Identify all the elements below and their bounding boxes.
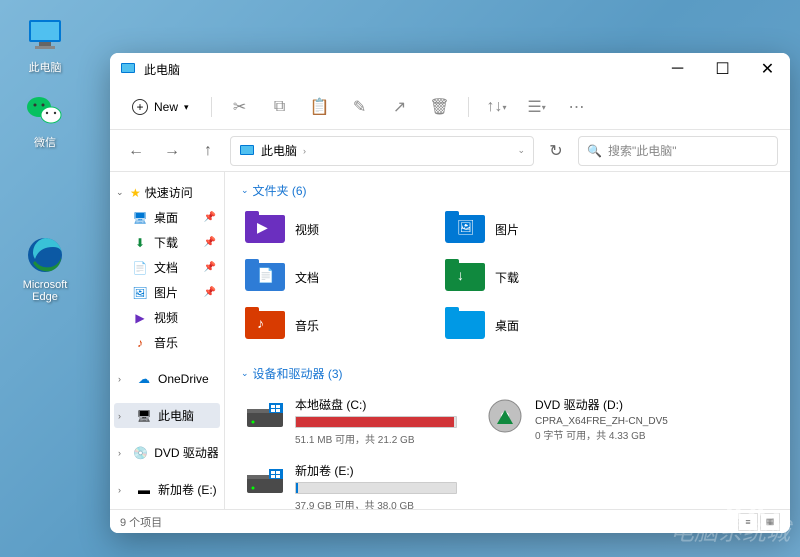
window-icon xyxy=(120,61,136,77)
pin-icon: 📌 xyxy=(204,212,216,223)
sort-icon[interactable]: ↑↓ ▾ xyxy=(481,91,513,123)
desktop-icon-label: 此电脑 xyxy=(15,59,75,75)
sidebar-item-downloads[interactable]: ⬇下载📌 xyxy=(114,230,220,255)
titlebar: 此电脑 ─ ☐ ✕ xyxy=(110,53,790,85)
forward-button[interactable]: → xyxy=(158,137,186,165)
statusbar: 9 个项目 ≡ ▦ xyxy=(110,509,790,533)
pc-icon xyxy=(239,143,255,159)
toolbar: + New ▾ ✂ ⧉ 📋 ✎ ↗ 🗑 ↑↓ ▾ ☰ ▾ ⋯ xyxy=(110,85,790,129)
desktop-icon-this-pc[interactable]: 此电脑 xyxy=(15,15,75,75)
navbar: ← → ↑ 此电脑 › ⌄ ↻ 🔍 搜索"此电脑" xyxy=(110,129,790,171)
sidebar: ⌄ ★ 快速访问 🖥桌面📌 ⬇下载📌 📄文档📌 🖼图片📌 ▶视频 ♪音乐 ›☁O… xyxy=(110,172,225,509)
folder-item[interactable]: 📄文档 xyxy=(241,257,421,297)
drive-item[interactable]: DVD 驱动器 (D:)CPRA_X64FRE_ZH-CN_DV50 字节 可用… xyxy=(481,392,701,450)
drive-icon xyxy=(245,396,285,436)
folder-label: 文档 xyxy=(295,269,319,286)
explorer-window: 此电脑 ─ ☐ ✕ + New ▾ ✂ ⧉ 📋 ✎ ↗ 🗑 ↑↓ ▾ ☰ ▾ ⋯… xyxy=(110,53,790,533)
sidebar-new-volume[interactable]: ›▬新加卷 (E:) xyxy=(114,477,220,502)
drives-section-header[interactable]: ⌄ 设备和驱动器 (3) xyxy=(241,365,774,382)
drive-stats: 37.9 GB 可用，共 38.0 GB xyxy=(295,497,457,509)
delete-icon[interactable]: 🗑 xyxy=(424,91,456,123)
drive-icon xyxy=(485,396,525,436)
breadcrumb[interactable]: 此电脑 › ⌄ xyxy=(230,136,534,166)
folder-label: 音乐 xyxy=(295,317,319,334)
new-button[interactable]: + New ▾ xyxy=(122,95,199,119)
folder-label: 图片 xyxy=(495,221,519,238)
maximize-button[interactable]: ☐ xyxy=(700,53,745,85)
drive-icon xyxy=(245,462,285,502)
folders-section-header[interactable]: ⌄ 文件夹 (6) xyxy=(241,182,774,199)
plus-icon: + xyxy=(132,99,148,115)
pin-icon: 📌 xyxy=(204,262,216,273)
more-icon[interactable]: ⋯ xyxy=(561,91,593,123)
drive-name: 本地磁盘 (C:) xyxy=(295,396,457,413)
desktop-icon-wechat[interactable]: 微信 xyxy=(15,90,75,150)
folder-item[interactable]: ♪音乐 xyxy=(241,305,421,345)
item-count: 9 个项目 xyxy=(120,514,162,530)
desktop-icon-label: Microsoft Edge xyxy=(15,279,75,303)
sidebar-onedrive[interactable]: ›☁OneDrive xyxy=(114,367,220,391)
drive-name: DVD 驱动器 (D:) xyxy=(535,396,697,413)
drive-item[interactable]: 新加卷 (E:) 37.9 GB 可用，共 38.0 GB xyxy=(241,458,461,509)
chevron-down-icon: ⌄ xyxy=(241,368,249,379)
folder-item[interactable]: 🖼图片 xyxy=(441,209,621,249)
back-button[interactable]: ← xyxy=(122,137,150,165)
folder-item[interactable]: ↓下载 xyxy=(441,257,621,297)
desktop-icon-edge[interactable]: Microsoft Edge xyxy=(15,235,75,303)
sidebar-quick-access[interactable]: ⌄ ★ 快速访问 xyxy=(114,180,220,205)
view-icon[interactable]: ☰ ▾ xyxy=(521,91,553,123)
up-button[interactable]: ↑ xyxy=(194,137,222,165)
drive-stats: 0 字节 可用，共 4.33 GB xyxy=(535,427,697,442)
chevron-down-icon: ⌄ xyxy=(116,187,126,198)
search-input[interactable]: 🔍 搜索"此电脑" xyxy=(578,136,778,166)
sidebar-item-videos[interactable]: ▶视频 xyxy=(114,305,220,330)
content-area: ⌄ 文件夹 (6) ▶视频 🖼图片 📄文档 ↓下载 ♪音乐 桌面 ⌄ 设备和驱动器 (3)… xyxy=(225,172,790,509)
sidebar-item-music[interactable]: ♪音乐 xyxy=(114,330,220,355)
window-title: 此电脑 xyxy=(144,61,655,78)
search-icon: 🔍 xyxy=(587,144,602,158)
view-details-button[interactable]: ≡ xyxy=(738,513,758,531)
refresh-button[interactable]: ↻ xyxy=(542,137,570,165)
sidebar-this-pc[interactable]: ›🖥此电脑 xyxy=(114,403,220,428)
drive-name: 新加卷 (E:) xyxy=(295,462,457,479)
sidebar-dvd[interactable]: ›💿DVD 驱动器 (D:) xyxy=(114,440,220,465)
folder-label: 视频 xyxy=(295,221,319,238)
copy-icon[interactable]: ⧉ xyxy=(264,91,296,123)
chevron-down-icon: ⌄ xyxy=(241,185,249,196)
folder-label: 桌面 xyxy=(495,317,519,334)
desktop-icon-label: 微信 xyxy=(15,134,75,150)
folder-item[interactable]: ▶视频 xyxy=(241,209,421,249)
folder-label: 下载 xyxy=(495,269,519,286)
share-icon[interactable]: ↗ xyxy=(384,91,416,123)
view-icons-button[interactable]: ▦ xyxy=(760,513,780,531)
sidebar-item-pictures[interactable]: 🖼图片📌 xyxy=(114,280,220,305)
rename-icon[interactable]: ✎ xyxy=(344,91,376,123)
pin-icon: 📌 xyxy=(204,237,216,248)
close-button[interactable]: ✕ xyxy=(745,53,790,85)
minimize-button[interactable]: ─ xyxy=(655,53,700,85)
paste-icon[interactable]: 📋 xyxy=(304,91,336,123)
cut-icon[interactable]: ✂ xyxy=(224,91,256,123)
pin-icon: 📌 xyxy=(204,287,216,298)
drive-item[interactable]: 本地磁盘 (C:) 51.1 MB 可用，共 21.2 GB xyxy=(241,392,461,450)
star-icon: ★ xyxy=(130,186,141,200)
sidebar-item-documents[interactable]: 📄文档📌 xyxy=(114,255,220,280)
chevron-down-icon[interactable]: ⌄ xyxy=(517,145,525,156)
folder-item[interactable]: 桌面 xyxy=(441,305,621,345)
drive-stats: 51.1 MB 可用，共 21.2 GB xyxy=(295,431,457,446)
sidebar-item-desktop[interactable]: 🖥桌面📌 xyxy=(114,205,220,230)
